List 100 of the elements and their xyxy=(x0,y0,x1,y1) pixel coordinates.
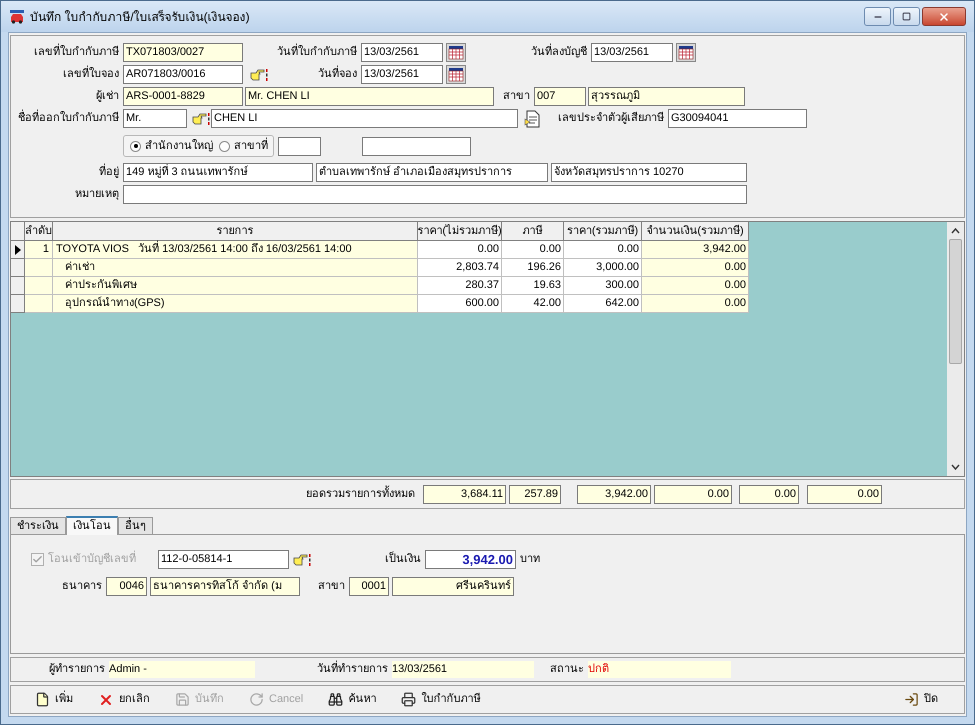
input-field[interactable]: Mr. xyxy=(123,109,187,128)
calendar-icon[interactable] xyxy=(446,43,466,62)
input-field[interactable]: ARS-0001-8829 xyxy=(123,87,243,106)
input-field[interactable]: ศรีนครินทร์ xyxy=(392,577,514,596)
field-label: ชื่อที่ออกใบกำกับภาษี xyxy=(18,110,119,127)
input-field[interactable]: 0001 xyxy=(349,577,389,596)
total-field[interactable]: 0.00 xyxy=(739,484,799,504)
toolbar-button[interactable]: ค้นหา xyxy=(322,688,382,712)
column-header[interactable]: ลำดับ xyxy=(25,222,53,241)
total-field[interactable]: 3,942.00 xyxy=(577,484,651,504)
status-value: ปกติ xyxy=(588,661,731,678)
table-cell xyxy=(25,295,53,313)
table-cell: 600.00 xyxy=(418,295,502,313)
status-value: 13/03/2561 xyxy=(392,661,534,678)
radio-button[interactable] xyxy=(130,140,141,152)
column-header[interactable]: ภาษี xyxy=(502,222,564,241)
input-field[interactable] xyxy=(123,185,747,204)
close-form-button[interactable]: ปิด xyxy=(898,688,944,712)
total-field[interactable]: 257.89 xyxy=(509,484,561,504)
input-field[interactable]: AR071803/0016 xyxy=(123,65,243,84)
field-label: ธนาคาร xyxy=(62,579,102,594)
tab[interactable]: ชำระเงิน xyxy=(10,517,66,534)
document-icon[interactable] xyxy=(524,110,542,128)
input-field[interactable]: 112-0-05814-1 xyxy=(158,550,289,569)
field-label: หมายเหตุ xyxy=(75,187,119,202)
table-cell: 1 xyxy=(25,241,53,259)
table-cell: ค่าเช่า xyxy=(53,259,418,277)
total-field[interactable]: 3,684.11 xyxy=(423,484,506,504)
input-field[interactable]: จังหวัดสมุทรปราการ 10270 xyxy=(551,163,747,182)
radio-option[interactable]: สาขาที่ xyxy=(219,138,268,154)
input-field[interactable]: 0046 xyxy=(106,577,147,596)
toolbar-button[interactable]: ยกเลิก xyxy=(92,688,156,712)
input-field[interactable]: 13/03/2561 xyxy=(591,43,673,62)
maximize-icon xyxy=(902,12,911,21)
table-cell: อุปกรณ์นำทาง(GPS) xyxy=(53,295,418,313)
toolbar-button[interactable]: เพิ่ม xyxy=(29,688,79,712)
car-icon xyxy=(9,10,25,24)
field-label: เลขประจำตัวผู้เสียภาษี xyxy=(558,110,664,126)
column-header[interactable]: ราคา(ไม่รวมภาษี) xyxy=(418,222,502,241)
total-field[interactable]: 0.00 xyxy=(654,484,732,504)
binoculars-icon xyxy=(328,692,344,707)
table-cell: 2,803.74 xyxy=(418,259,502,277)
tab[interactable]: อื่นๆ xyxy=(118,517,153,534)
table-cell: ค่าประกันพิเศษ xyxy=(53,277,418,295)
radio-button[interactable] xyxy=(219,140,230,152)
table-cell: 0.00 xyxy=(642,259,749,277)
table-cell: 300.00 xyxy=(564,277,642,295)
maximize-button[interactable] xyxy=(893,7,920,26)
table-cell: 642.00 xyxy=(564,295,642,313)
scroll-thumb[interactable] xyxy=(949,239,962,364)
save-icon xyxy=(175,692,190,707)
column-header[interactable]: จำนวนเงิน(รวมภาษี) xyxy=(642,222,749,241)
field-label: ผู้เช่า xyxy=(96,89,119,104)
input-field[interactable]: Mr. CHEN LI xyxy=(245,87,494,106)
table-cell: TOYOTA VIOS วันที่ 13/03/2561 14:00 ถึง 16/03/2561 14:00 xyxy=(53,241,418,259)
row-header[interactable] xyxy=(11,241,25,259)
field-label: สาขา xyxy=(318,579,345,594)
close-button[interactable] xyxy=(922,7,966,26)
circular-arrow-icon xyxy=(249,692,264,707)
table-cell: 196.26 xyxy=(502,259,564,277)
input-field[interactable]: G30094041 xyxy=(668,109,807,128)
currency-label: บาท xyxy=(520,552,540,568)
pointing-hand-icon[interactable] xyxy=(250,68,268,82)
row-pointer-icon xyxy=(14,244,20,254)
window-title: บันทึก ใบกำกับภาษี/ใบเสร็จรับเงิน(เงินจอง) xyxy=(30,8,250,26)
table-cell: 280.37 xyxy=(418,277,502,295)
table-cell xyxy=(25,277,53,295)
table-cell: 19.63 xyxy=(502,277,564,295)
input-field[interactable]: ธนาคารคารทิสโก้ จำกัด (ม xyxy=(150,577,300,596)
field-label: ผู้ทำรายการ xyxy=(49,662,105,678)
calendar-icon[interactable] xyxy=(676,43,696,62)
column-header[interactable]: รายการ xyxy=(53,222,418,241)
field-label: สาขา xyxy=(503,89,530,104)
table-cell: 0.00 xyxy=(642,295,749,313)
input-field[interactable]: 149 หมู่ที่ 3 ถนนเทพารักษ์ xyxy=(123,163,313,182)
input-field[interactable]: TX071803/0027 xyxy=(123,43,243,62)
field-label: เลขที่ใบจอง xyxy=(63,66,119,83)
input-field[interactable] xyxy=(362,136,471,156)
input-field[interactable]: ตำบลเทพารักษ์ อำเภอเมืองสมุทรปราการ xyxy=(316,163,548,182)
amount-field[interactable]: 3,942.00 xyxy=(425,550,516,569)
vertical-scrollbar[interactable] xyxy=(947,222,964,476)
calendar-icon[interactable] xyxy=(446,65,466,84)
input-field[interactable] xyxy=(278,136,321,156)
column-header[interactable]: ราคา(รวมภาษี) xyxy=(564,222,642,241)
field-label: วันที่ใบกำกับภาษี xyxy=(277,44,357,61)
radio-option[interactable]: สำนักงานใหญ่ xyxy=(130,138,213,154)
total-field[interactable]: 0.00 xyxy=(807,484,882,504)
input-field[interactable]: 13/03/2561 xyxy=(361,43,443,62)
status-value: Admin - xyxy=(109,661,255,678)
pointing-hand-icon[interactable] xyxy=(293,552,311,566)
input-field[interactable]: 007 xyxy=(534,87,586,106)
input-field[interactable]: CHEN LI xyxy=(211,109,518,128)
toolbar-button[interactable]: ใบกำกับภาษี xyxy=(395,688,486,712)
tab[interactable]: เงินโอน xyxy=(66,516,118,535)
new-document-icon xyxy=(35,692,50,707)
field-label: วันที่ลงบัญชี xyxy=(531,44,587,61)
input-field[interactable]: 13/03/2561 xyxy=(361,65,443,84)
pointing-hand-icon[interactable] xyxy=(192,112,210,126)
input-field[interactable]: สุวรรณภูมิ xyxy=(588,87,745,106)
table-cell: 3,000.00 xyxy=(564,259,642,277)
